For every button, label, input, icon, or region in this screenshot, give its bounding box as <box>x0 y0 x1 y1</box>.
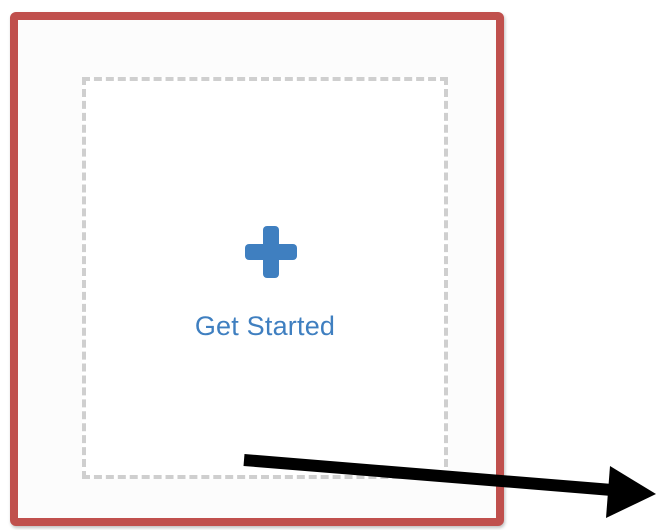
stage: Get Started <box>0 0 656 530</box>
get-started-card[interactable]: Get Started <box>82 77 448 479</box>
get-started-label[interactable]: Get Started <box>86 311 444 342</box>
plus-icon[interactable] <box>243 224 299 280</box>
